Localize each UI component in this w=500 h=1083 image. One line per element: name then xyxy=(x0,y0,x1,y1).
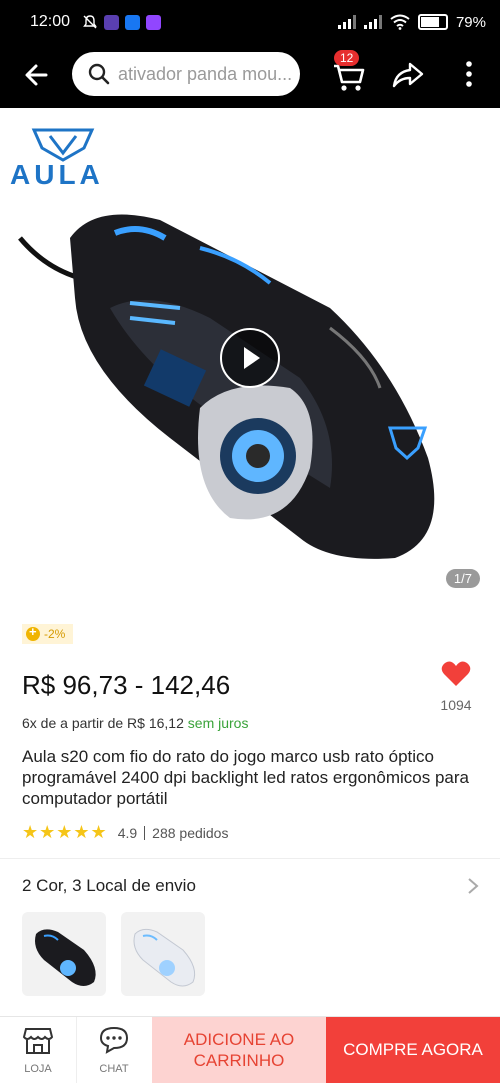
wishlist-button[interactable]: 1094 xyxy=(436,660,476,713)
black-mouse-thumbnail xyxy=(35,929,96,986)
product-price: R$ 96,73 - 142,46 xyxy=(22,670,231,700)
product-title: Aula s20 com fio do rato do jogo marco u… xyxy=(22,747,469,808)
wifi-icon xyxy=(390,14,410,30)
battery-level: 79% xyxy=(455,13,486,31)
status-right: 79% xyxy=(337,0,486,44)
play-icon xyxy=(244,347,260,369)
play-video-button[interactable] xyxy=(220,328,280,388)
rating-row[interactable]: ★★★★★ 4.9 288 pedidos xyxy=(22,822,228,843)
brand-logo: AULA xyxy=(10,128,104,190)
youtube-icon xyxy=(104,14,120,30)
orders-count: 288 pedidos xyxy=(152,824,229,841)
share-icon[interactable] xyxy=(390,56,426,92)
search-input[interactable]: ativador panda mou... xyxy=(72,52,300,96)
rating-separator xyxy=(144,825,146,840)
search-placeholder: ativador panda mou... xyxy=(118,63,293,84)
variant-thumbnail-white[interactable] xyxy=(121,912,205,996)
search-icon xyxy=(88,63,110,85)
cart-count-badge: 12 xyxy=(334,50,360,66)
svg-text:AULA: AULA xyxy=(10,159,104,190)
rating-value: 4.9 xyxy=(117,824,138,841)
status-bar: 12:00 79% xyxy=(0,0,500,44)
section-divider xyxy=(0,858,500,859)
status-time: 12:00 xyxy=(30,13,71,30)
signal-2-icon xyxy=(363,15,382,29)
buy-now-button[interactable]: COMPRE AGORA xyxy=(326,1017,500,1083)
chat-icon xyxy=(99,1026,129,1054)
white-mouse-thumbnail xyxy=(133,928,196,987)
variant-thumbnail-black[interactable] xyxy=(22,912,106,996)
product-gallery[interactable]: AULA 1/7 xyxy=(0,108,500,608)
back-arrow-icon[interactable] xyxy=(20,58,54,92)
discount-value: -2% xyxy=(44,627,66,641)
interest-free-label: sem juros xyxy=(187,715,249,731)
chevron-right-icon[interactable] xyxy=(466,877,480,895)
store-label: LOJA xyxy=(24,1063,52,1075)
chat-button[interactable]: CHAT xyxy=(76,1017,152,1083)
app-bar: ativador panda mou... 12 xyxy=(0,44,500,108)
coin-discount-badge: -2% xyxy=(22,624,74,644)
add-to-cart-button[interactable]: ADICIONE AO CARRINHO xyxy=(152,1017,326,1083)
variants-summary[interactable]: 2 Cor, 3 Local de envio xyxy=(22,876,196,896)
store-icon xyxy=(22,1028,54,1054)
installments-info: 6x de a partir de R$ 16,12 sem juros xyxy=(22,715,248,731)
battery-icon xyxy=(417,14,448,30)
rating-stars-icon: ★★★★★ xyxy=(22,822,108,842)
twitch-icon xyxy=(146,14,162,30)
bottom-action-bar: LOJA CHAT ADICIONE AO CARRINHO COMPRE AG… xyxy=(0,1016,500,1083)
wishlist-count: 1094 xyxy=(440,697,472,713)
signal-icon xyxy=(337,15,356,29)
coin-icon xyxy=(26,624,40,641)
more-options-icon[interactable] xyxy=(456,56,482,92)
gallery-counter: 1/7 xyxy=(445,569,480,588)
heart-icon xyxy=(441,661,471,686)
muted-bell-icon xyxy=(83,15,97,29)
store-button[interactable]: LOJA xyxy=(0,1017,77,1083)
facebook-icon xyxy=(125,14,141,30)
chat-label: CHAT xyxy=(99,1063,129,1075)
installments-text: 6x de a partir de R$ 16,12 xyxy=(22,715,184,731)
notification-icons xyxy=(82,14,162,30)
